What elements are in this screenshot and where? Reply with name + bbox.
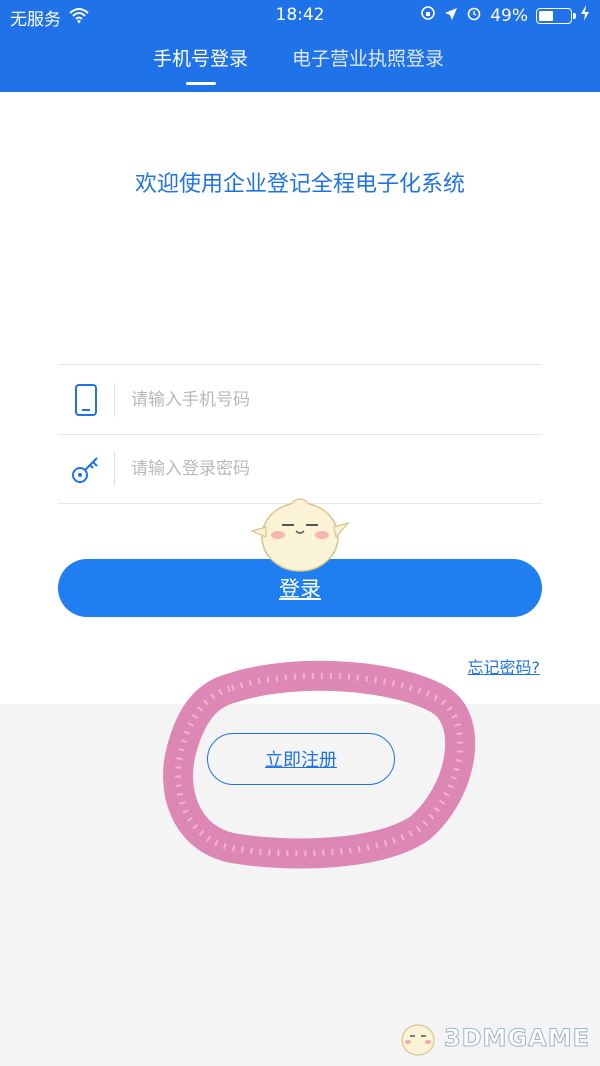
orientation-lock-icon <box>420 5 436 26</box>
password-input[interactable] <box>131 459 511 479</box>
welcome-title: 欢迎使用企业登记全程电子化系统 <box>134 172 465 197</box>
field-divider <box>114 452 115 486</box>
tab-active-indicator <box>186 82 216 85</box>
field-divider <box>114 382 115 417</box>
top-bar: 无服务 18:42 49% 手机号登录 电子营业执照登录 <box>0 0 600 92</box>
status-right: 49% <box>420 5 590 26</box>
battery-fill <box>539 10 554 21</box>
mascot-sticker <box>250 498 350 572</box>
tab-phone-login[interactable]: 手机号登录 <box>153 44 248 71</box>
watermark: 3DMGAME <box>396 1018 590 1058</box>
battery-percent: 49% <box>490 5 528 26</box>
phone-field <box>58 364 542 434</box>
key-icon <box>58 434 114 504</box>
phone-input[interactable] <box>131 389 511 410</box>
register-button[interactable]: 立即注册 <box>207 733 395 785</box>
tab-license-login[interactable]: 电子营业执照登录 <box>292 44 444 71</box>
mascot-logo-icon <box>401 1024 435 1056</box>
charging-icon <box>580 5 590 26</box>
watermark-text: 3DMGAME <box>443 1024 590 1053</box>
location-icon <box>444 6 458 26</box>
battery-icon <box>536 7 576 24</box>
login-tabs: 手机号登录 电子营业执照登录 <box>0 44 600 85</box>
phone-icon <box>58 365 114 435</box>
forgot-password-link[interactable]: 忘记密码? <box>468 654 541 678</box>
alarm-icon <box>466 5 482 26</box>
status-bar: 无服务 18:42 49% <box>0 0 600 30</box>
